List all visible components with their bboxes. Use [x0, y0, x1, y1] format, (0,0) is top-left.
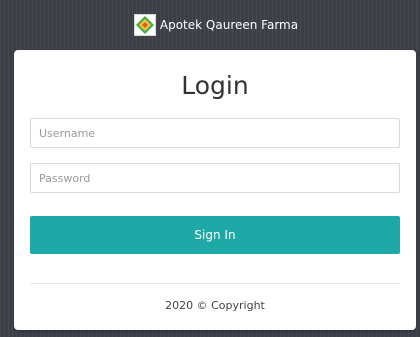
divider [30, 283, 400, 284]
app-header: Apotek Qaureen Farma [0, 0, 420, 50]
password-field[interactable] [30, 163, 400, 193]
brand: Apotek Qaureen Farma [133, 14, 299, 36]
copyright-text: 2020 © Copyright [165, 299, 265, 312]
pharmacy-logo-icon [133, 14, 156, 36]
brand-name: Apotek Qaureen Farma [159, 18, 299, 32]
username-field[interactable] [30, 118, 400, 148]
sign-in-button[interactable]: Sign In [30, 216, 400, 254]
login-title: Login [181, 71, 249, 100]
login-card: Login Sign In 2020 © Copyright [14, 50, 416, 330]
